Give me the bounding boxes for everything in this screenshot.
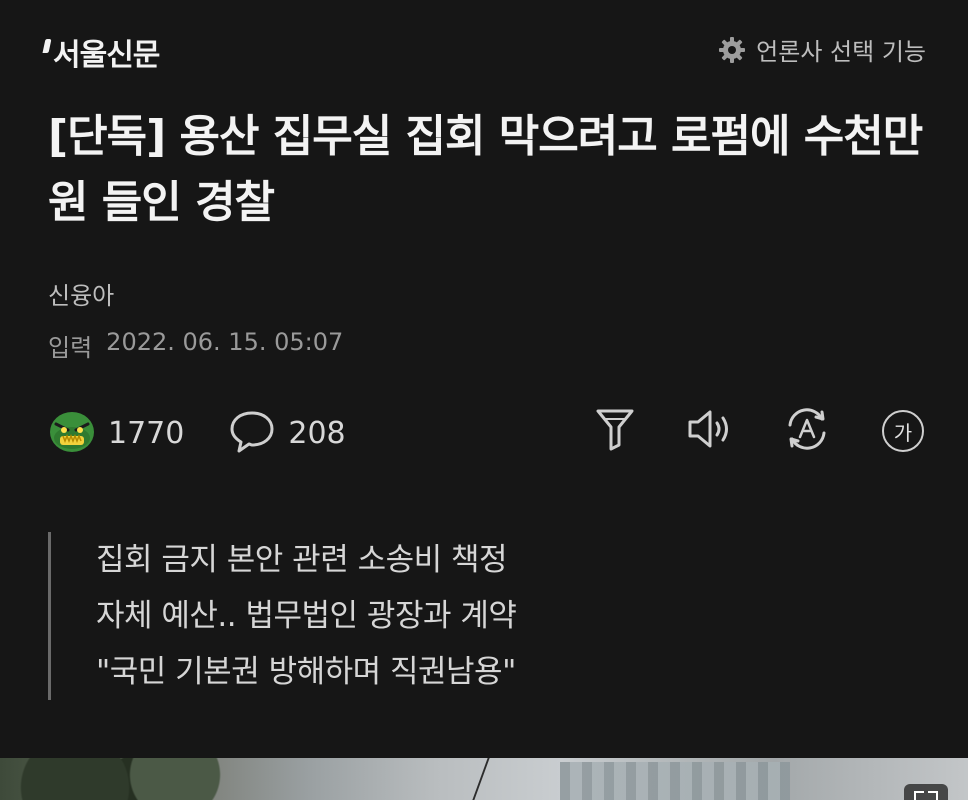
speaker-icon xyxy=(686,407,736,455)
article-title: [단독] 용산 집무실 집회 막으려고 로펌에 수천만원 들인 경찰 xyxy=(48,111,923,228)
summary-line: "국민 기본권 방해하며 직권남용" xyxy=(96,654,516,690)
reaction-button[interactable]: 1770 xyxy=(48,408,184,458)
logo-mark-icon xyxy=(42,39,52,53)
photo-building xyxy=(560,762,790,800)
reaction-count: 1770 xyxy=(108,415,185,451)
engagement-bar: 1770 208 xyxy=(48,408,346,458)
press-logo[interactable]: 서울신문 xyxy=(42,30,160,74)
article-summary: 집회 금지 본안 관련 소송비 책정 자체 예산.. 법무법인 광장과 계약 "… xyxy=(48,532,956,700)
expand-photo-button[interactable] xyxy=(904,784,948,800)
expand-icon xyxy=(914,791,924,800)
press-select-label: 언론사 선택 기능 xyxy=(756,38,926,66)
font-size-icon: 가 xyxy=(882,410,924,452)
translate-button[interactable] xyxy=(782,406,832,456)
summary-filter-icon xyxy=(595,407,635,455)
press-logo-text: 서울신문 xyxy=(53,38,160,73)
comment-button[interactable]: 208 xyxy=(228,408,346,458)
article-page: 서울신문 언론사 선택 기능 [단독] 용산 집무실 집회 막으려고 로펌에 수… xyxy=(0,0,968,800)
top-bar: 서울신문 언론사 선택 기능 xyxy=(0,0,968,100)
font-size-button[interactable]: 가 xyxy=(878,406,928,456)
speech-bubble-icon xyxy=(228,408,276,458)
article-photo[interactable] xyxy=(0,758,968,800)
press-select-button[interactable]: 언론사 선택 기능 xyxy=(718,32,926,67)
summary-line: 자체 예산.. 법무법인 광장과 계약 xyxy=(96,598,517,634)
expand-icon xyxy=(928,791,938,800)
publish-date: 입력 2022. 06. 15. 05:07 xyxy=(48,328,343,363)
comment-count: 208 xyxy=(288,415,346,451)
date-label: 입력 xyxy=(48,334,93,362)
article-tools: 가 xyxy=(590,406,928,456)
date-value: 2022. 06. 15. 05:07 xyxy=(106,328,344,356)
summary-line: 집회 금지 본안 관련 소송비 책정 xyxy=(96,542,508,578)
author-name[interactable]: 신융아 xyxy=(48,276,114,311)
text-to-speech-button[interactable] xyxy=(686,406,736,456)
photo-trees xyxy=(0,758,250,800)
translate-icon xyxy=(782,405,832,457)
angry-face-icon xyxy=(48,408,96,458)
photo-wire xyxy=(472,758,490,800)
gear-icon xyxy=(718,36,746,64)
summary-button[interactable] xyxy=(590,406,640,456)
